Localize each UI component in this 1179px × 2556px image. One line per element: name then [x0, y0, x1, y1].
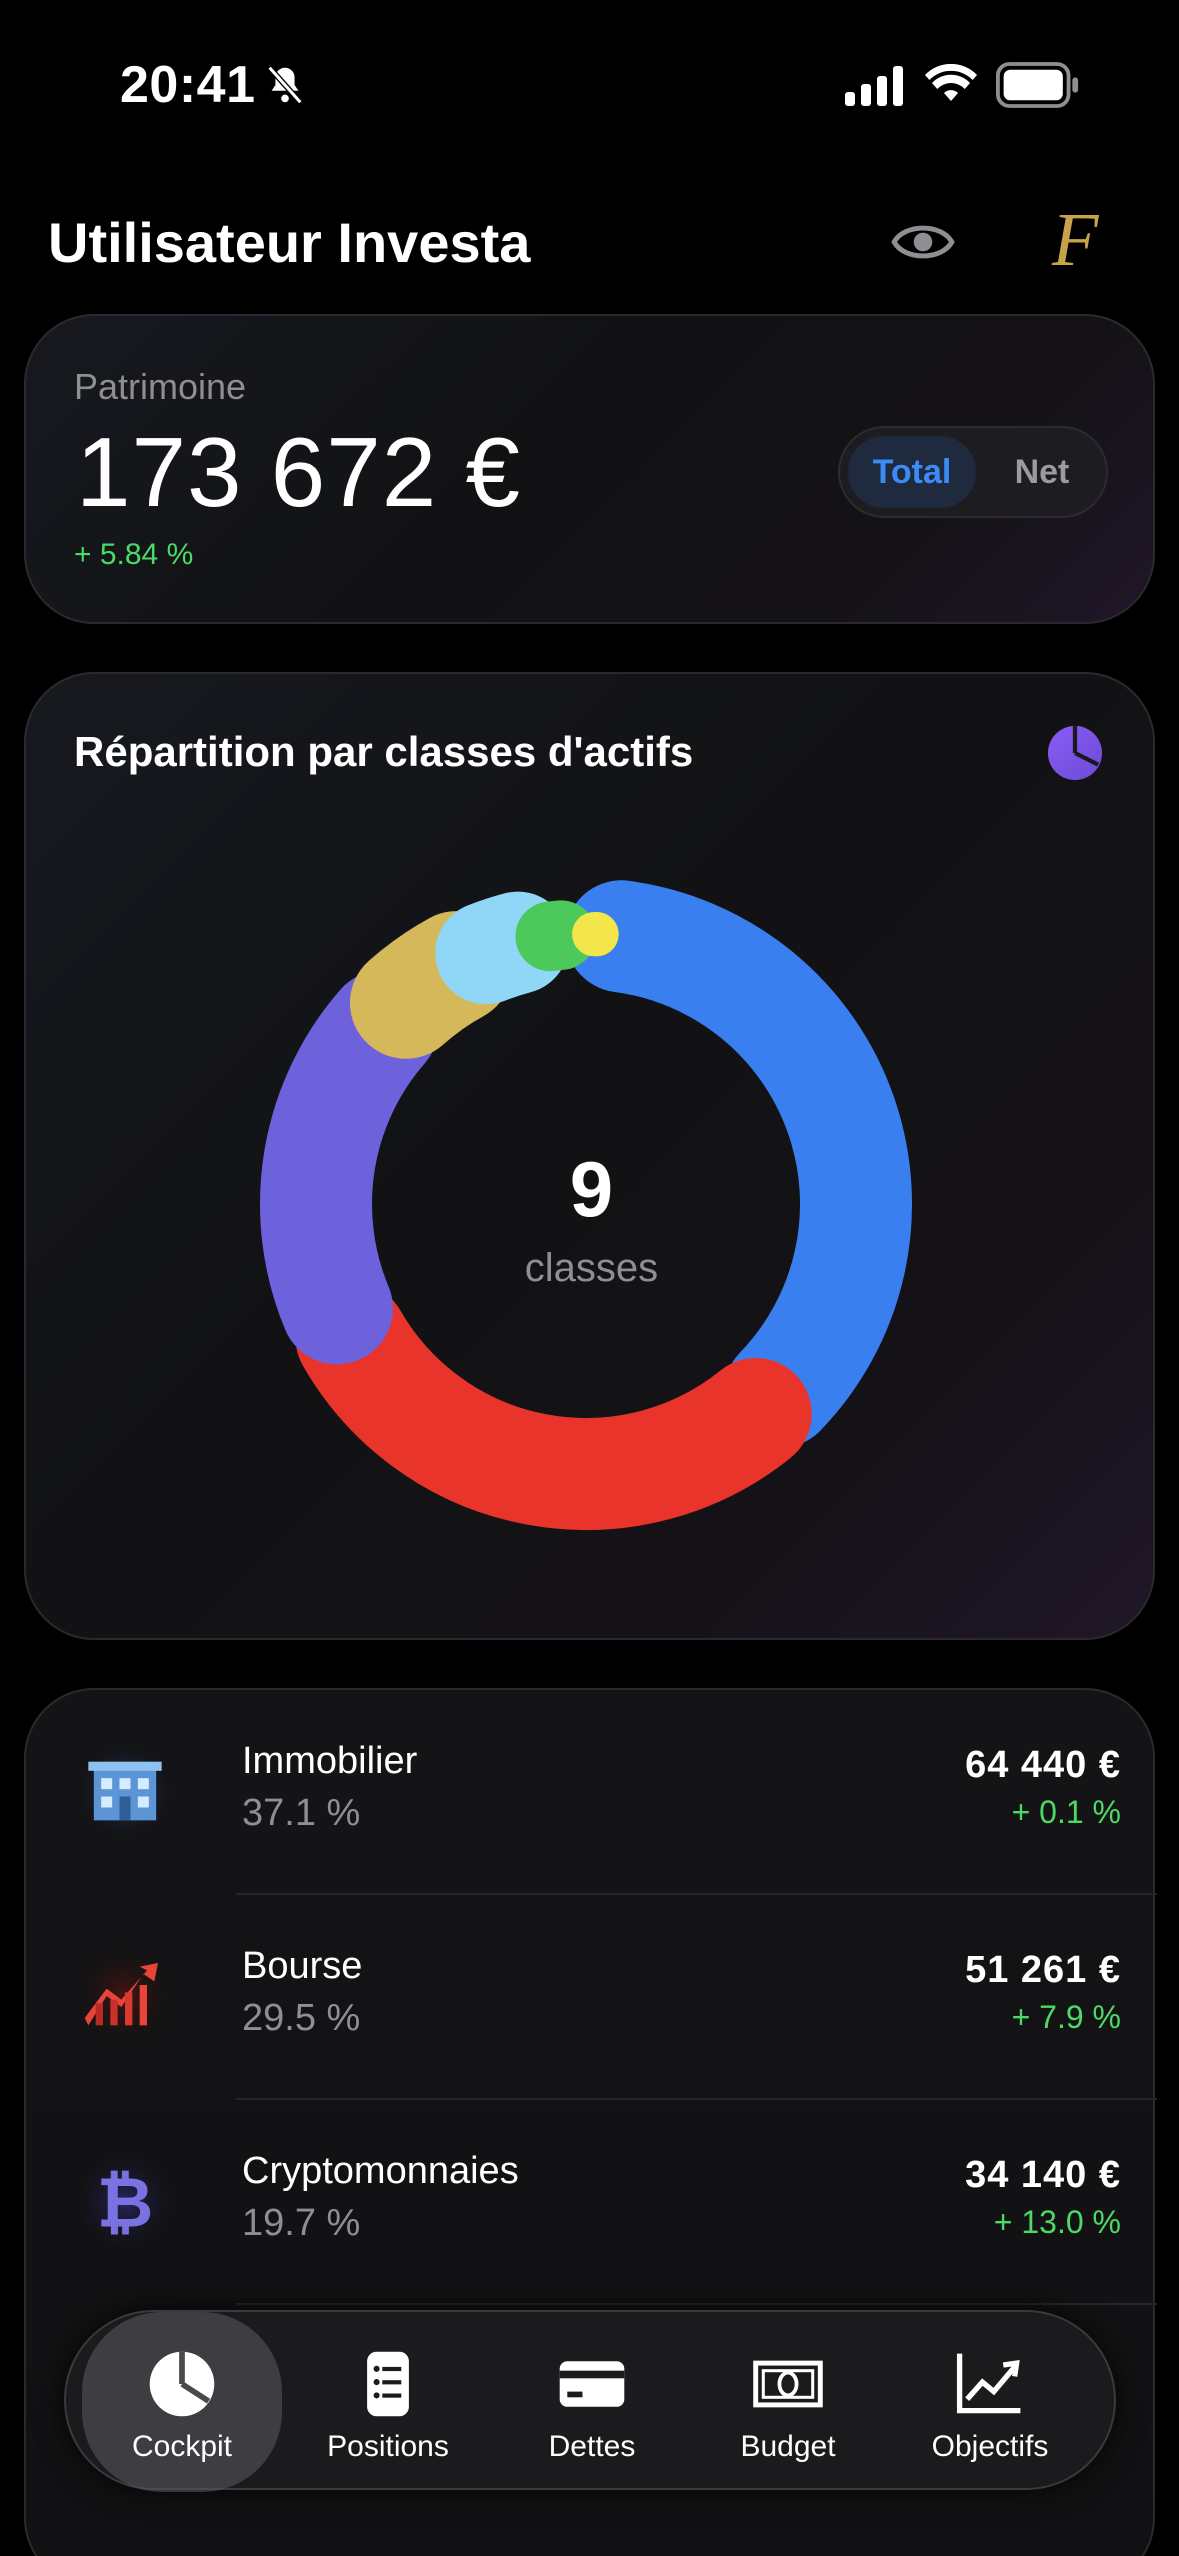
asset-change: + 0.1 % — [1011, 1794, 1121, 1830]
asset-change: + 7.9 % — [1011, 1999, 1121, 2035]
bitcoin-icon: ₿ — [70, 2146, 180, 2256]
app-logo[interactable]: F — [1052, 200, 1104, 280]
trend-up-icon — [956, 2353, 1021, 2414]
tab-label: Budget — [740, 2430, 836, 2463]
stock-chart-icon — [70, 1941, 180, 2051]
allocation-card: Répartition par classes d'actifs 9 class… — [24, 672, 1155, 1640]
allocation-title: Répartition par classes d'actifs — [74, 728, 694, 775]
cellular-signal-icon — [845, 66, 903, 106]
tab-objectifs[interactable]: Objectifs — [890, 2312, 1090, 2492]
patrimoine-change: + 5.84 % — [74, 538, 194, 571]
eye-icon[interactable] — [890, 215, 956, 269]
patrimoine-label: Patrimoine — [74, 366, 247, 407]
divider — [236, 2303, 1157, 2305]
tab-cockpit[interactable]: Cockpit — [82, 2312, 282, 2492]
asset-name: Cryptomonnaies — [242, 2150, 519, 2192]
asset-percent: 37.1 % — [242, 1792, 361, 1834]
list-item-immobilier[interactable]: Immobilier 37.1 % 64 440 € + 0.1 % — [26, 1690, 1157, 1895]
battery-icon — [996, 62, 1079, 108]
donut-segment-segment-6[interactable] — [515, 900, 597, 972]
asset-name: Immobilier — [242, 1740, 418, 1782]
tab-label: Dettes — [548, 2430, 636, 2463]
svg-text:₿: ₿ — [97, 2163, 154, 2244]
total-net-toggle: Total Net — [838, 426, 1108, 518]
asset-name: Bourse — [242, 1945, 363, 1987]
pie-chart-icon[interactable] — [1046, 724, 1104, 782]
tab-label: Positions — [327, 2430, 449, 2463]
asset-value: 64 440 € — [965, 1744, 1121, 1786]
asset-value: 51 261 € — [965, 1949, 1121, 1991]
tab-positions[interactable]: Positions — [288, 2312, 488, 2492]
building-icon — [70, 1736, 180, 1846]
card-icon — [559, 2361, 625, 2407]
classes-label: classes — [524, 1246, 659, 1290]
asset-percent: 19.7 % — [242, 2202, 361, 2244]
list-icon — [367, 2351, 409, 2417]
patrimoine-value: 173 672 € — [76, 417, 521, 527]
tab-bar: Cockpit Positions Dettes Budget Objectif… — [64, 2310, 1116, 2492]
page-title: Utilisateur Investa — [48, 211, 531, 274]
tab-budget[interactable]: Budget — [688, 2312, 888, 2492]
banknote-icon — [753, 2360, 823, 2408]
asset-change: + 13.0 % — [993, 2204, 1121, 2240]
status-time: 20:41 — [120, 56, 256, 114]
patrimoine-card: Patrimoine 173 672 € + 5.84 % Total Net — [24, 314, 1155, 624]
list-item-bourse[interactable]: Bourse 29.5 % 51 261 € + 7.9 % — [26, 1895, 1157, 2100]
tab-dettes[interactable]: Dettes — [492, 2312, 692, 2492]
list-item-cryptomonnaies[interactable]: ₿ Cryptomonnaies 19.7 % 34 140 € + 13.0 … — [26, 2100, 1157, 2305]
asset-value: 34 140 € — [965, 2154, 1121, 2196]
donut-segment-bourse[interactable] — [295, 1281, 812, 1530]
status-bar: 20:41 — [0, 0, 1179, 170]
pie-chart-icon — [149, 2351, 215, 2417]
classes-count: 9 — [569, 1145, 614, 1233]
wifi-icon — [925, 64, 977, 101]
tab-label: Objectifs — [931, 2430, 1049, 2463]
tab-label: Cockpit — [131, 2430, 233, 2463]
donut-segment-segment-5[interactable] — [435, 891, 569, 1005]
toggle-net-button[interactable]: Net — [986, 436, 1098, 508]
asset-percent: 29.5 % — [242, 1997, 361, 2039]
bell-muted-icon — [267, 65, 303, 105]
toggle-total-button[interactable]: Total — [848, 436, 976, 508]
